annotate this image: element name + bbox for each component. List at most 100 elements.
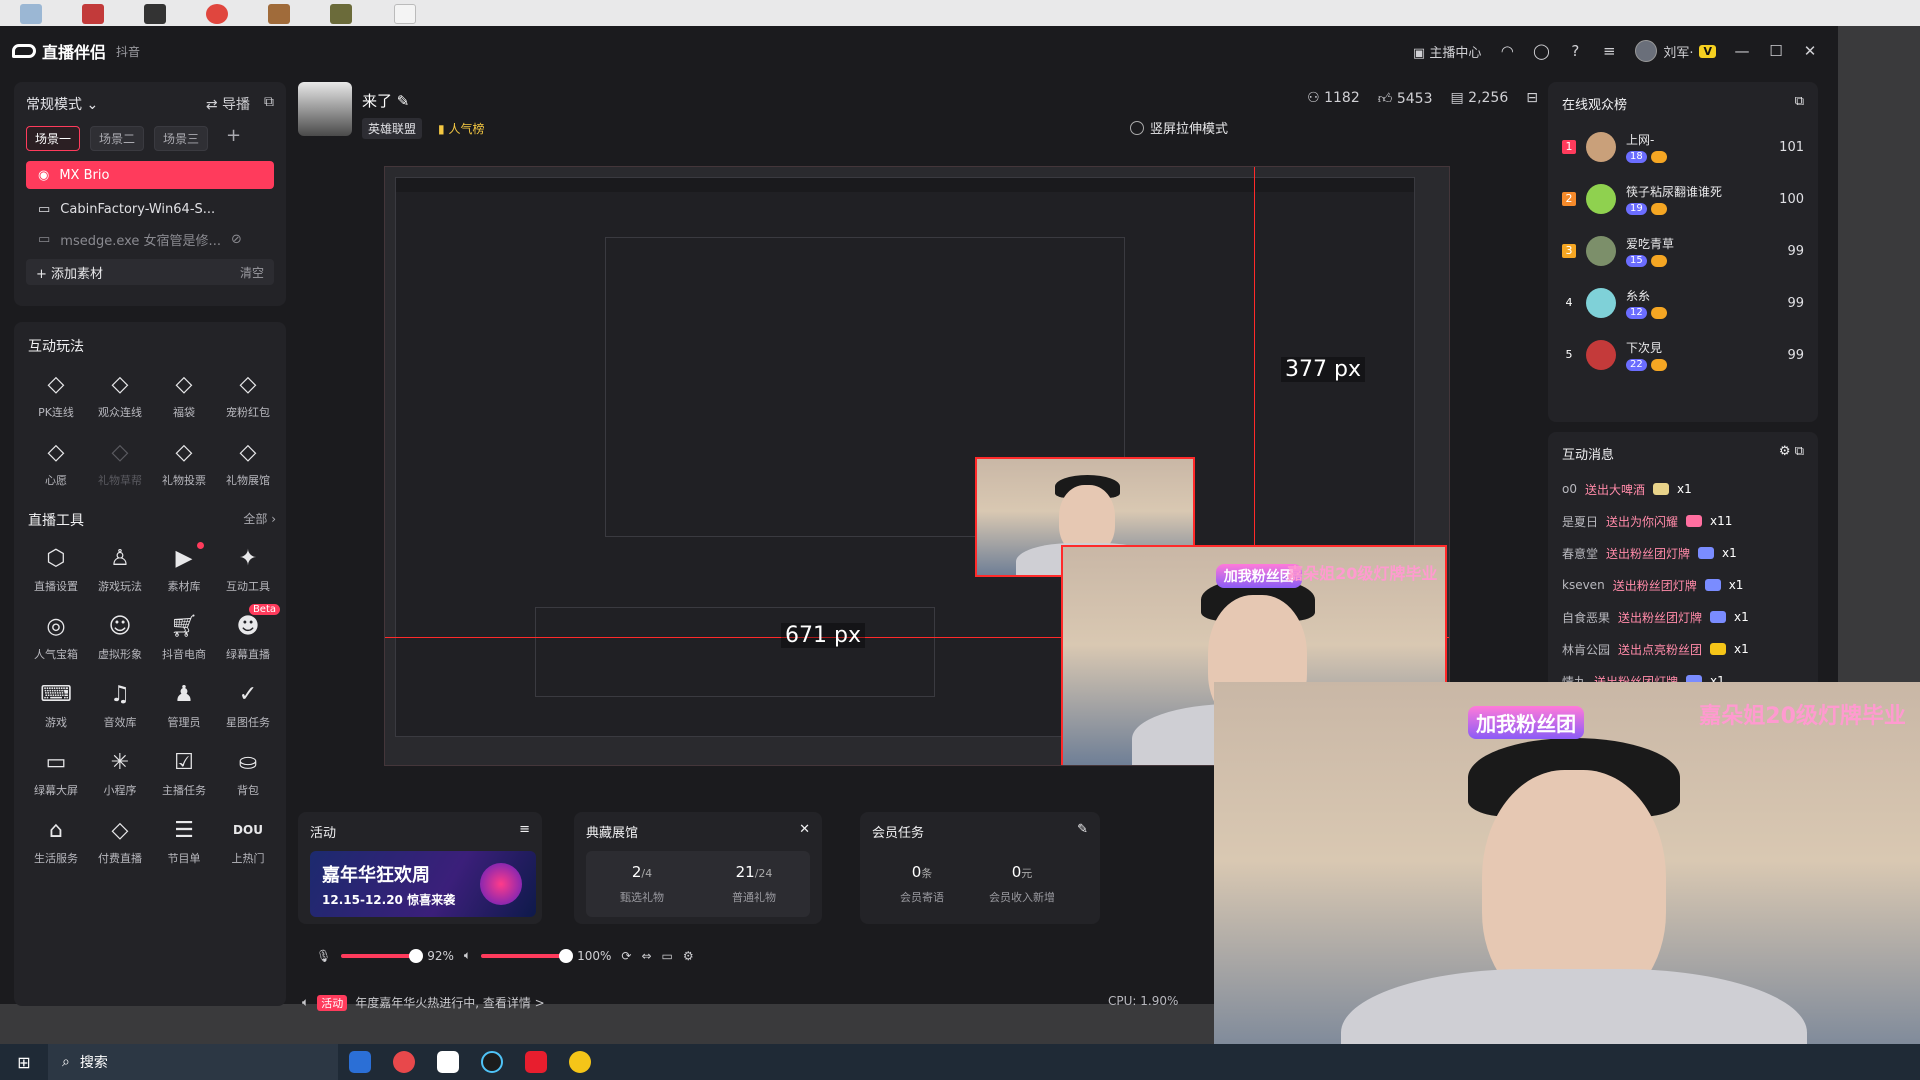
user-profile[interactable]: 刘军· V: [1635, 40, 1716, 62]
settings-icon[interactable]: ⚙: [683, 949, 694, 963]
tool-host-task[interactable]: ☑ 主播任务: [152, 748, 216, 798]
minimize-icon[interactable]: —: [1734, 42, 1750, 60]
desktop-app-icon[interactable]: [330, 4, 352, 24]
source-item-camera[interactable]: ◉ MX Brio: [26, 161, 274, 189]
tool-shopping-cart[interactable]: 🛒︎ 抖音电商: [152, 612, 216, 662]
settings-icon[interactable]: ⚙: [1779, 444, 1791, 459]
all-tools-link[interactable]: 全部 ›: [243, 510, 276, 530]
taskbar-app-icon[interactable]: [558, 1044, 602, 1080]
popout-icon[interactable]: ⧉: [1795, 444, 1804, 459]
tool-mini-program[interactable]: ✳ 小程序: [88, 748, 152, 798]
tool-life-service[interactable]: ⌂ 生活服务: [24, 816, 88, 866]
tool-gamepad[interactable]: ⌨ 游戏: [24, 680, 88, 730]
tool-red-packet[interactable]: ◇ 宠粉红包: [216, 370, 280, 420]
tool-star-task[interactable]: ✓ 星图任务: [216, 680, 280, 730]
game-tag[interactable]: 英雄联盟: [362, 118, 423, 139]
windows-start-icon[interactable]: ⊞: [0, 1044, 48, 1080]
speaker-volume-slider[interactable]: [481, 948, 574, 963]
tool-green-big-screen[interactable]: ▭ 绿幕大屏: [24, 748, 88, 798]
tool-gift-gallery[interactable]: ◇ 礼物展馆: [216, 438, 280, 488]
viewer-row[interactable]: 5 下次見 22 99: [1562, 329, 1804, 381]
tool-audience-link[interactable]: ◇ 观众连线: [88, 370, 152, 420]
tool-lucky-bag[interactable]: ◇ 福袋: [152, 370, 216, 420]
viewer-row[interactable]: 3 爱吃青草 15 99: [1562, 225, 1804, 277]
stream-preview[interactable]: 加我粉丝团 嘉朵姐20级灯牌毕业 671 px 377 px: [384, 166, 1450, 766]
tool-avatar[interactable]: ☺ 虚拟形象: [88, 612, 152, 662]
clear-button[interactable]: 清空: [240, 264, 264, 281]
edit-icon[interactable]: ✎: [1077, 822, 1088, 841]
record-icon[interactable]: ▭: [662, 949, 673, 963]
tool-sound-effect[interactable]: ♫ 音效库: [88, 680, 152, 730]
desktop-file-icon[interactable]: [394, 4, 416, 24]
viewer-row[interactable]: 4 糸糸 12 99: [1562, 277, 1804, 329]
tool-popularity-box[interactable]: ◎ 人气宝箱: [24, 612, 88, 662]
speaker-icon[interactable]: 🔈︎: [464, 948, 471, 963]
chat-icon[interactable]: ◯: [1533, 42, 1550, 60]
viewer-row[interactable]: 1 上网- 18 101: [1562, 121, 1804, 173]
add-material-button[interactable]: + 添加素材: [36, 263, 103, 282]
guide-button[interactable]: ⇄ 导播: [206, 94, 250, 114]
taskbar-app-icon[interactable]: [514, 1044, 558, 1080]
add-scene-button[interactable]: +: [218, 126, 249, 151]
activity-notice[interactable]: 🔈︎ 活动 年度嘉年华火热进行中, 查看详情 >: [302, 994, 545, 1011]
help-icon[interactable]: ?: [1567, 42, 1583, 60]
headset-icon[interactable]: ◠: [1499, 42, 1515, 60]
desktop-app-icon[interactable]: [268, 4, 290, 24]
tool-admin[interactable]: ♟ 管理员: [152, 680, 216, 730]
tool-gift-vote[interactable]: ◇ 礼物投票: [152, 438, 216, 488]
menu-icon[interactable]: ≡: [1601, 42, 1617, 60]
maximize-icon[interactable]: ☐: [1768, 42, 1784, 60]
activity-banner[interactable]: 嘉年华狂欢周 12.15-12.20 惊喜来袭: [310, 851, 536, 917]
scene-tab-2[interactable]: 场景二: [90, 126, 145, 151]
edit-icon[interactable]: ✎: [397, 92, 410, 110]
taskbar-search[interactable]: ⌕ 搜索: [48, 1044, 338, 1080]
scene-tab-3[interactable]: 场景三: [154, 126, 209, 151]
tool-interactive-tools[interactable]: ✦ 互动工具: [216, 544, 280, 594]
mirror-icon[interactable]: ⇔: [641, 949, 651, 963]
avatar[interactable]: [298, 82, 352, 136]
taskbar-app-icon[interactable]: [382, 1044, 426, 1080]
source-item-browser[interactable]: ▭ msedge.exe 女宿管是修... ⊘: [26, 225, 274, 253]
taskbar-app-icon[interactable]: [426, 1044, 470, 1080]
stats-detail-icon[interactable]: ⊟: [1526, 90, 1538, 107]
tool-program-list[interactable]: ☰ 节目单: [152, 816, 216, 866]
rotate-icon[interactable]: ⟳: [621, 949, 631, 963]
message-item[interactable]: kseven 送出粉丝团灯牌 x1: [1562, 569, 1804, 601]
popularity-rank-tag[interactable]: ▮ 人气榜: [432, 118, 490, 139]
close-icon[interactable]: ✕: [799, 822, 810, 841]
message-item[interactable]: 春意堂 送出粉丝团灯牌 x1: [1562, 537, 1804, 569]
tool-backpack[interactable]: ⛀ 背包: [216, 748, 280, 798]
desktop-app-icon[interactable]: [144, 4, 166, 24]
tool-dou-plus[interactable]: DOU 上热门: [216, 816, 280, 866]
portrait-mode-toggle[interactable]: 竖屏拉伸模式: [1129, 118, 1228, 137]
tool-gift-help[interactable]: ◇ 礼物草帮: [88, 438, 152, 488]
tool-paid-live[interactable]: ◇ 付费直播: [88, 816, 152, 866]
close-icon[interactable]: ✕: [1802, 42, 1818, 60]
tool-settings[interactable]: ⬡ 直播设置: [24, 544, 88, 594]
popout-icon[interactable]: ⧉: [1795, 94, 1804, 113]
host-center-button[interactable]: ▣ 主播中心: [1413, 42, 1481, 61]
hidden-eye-icon[interactable]: ⊘: [231, 232, 242, 247]
desktop-app-icon[interactable]: [82, 4, 104, 24]
taskbar-app-icon[interactable]: [338, 1044, 382, 1080]
streamer-name[interactable]: 来了 ✎: [362, 90, 409, 111]
menu-icon[interactable]: ≡: [519, 822, 530, 841]
mode-selector[interactable]: 常规模式 ⌄: [26, 94, 98, 114]
mic-volume-slider[interactable]: [341, 948, 424, 963]
message-item[interactable]: o0 送出大啤酒 x1: [1562, 473, 1804, 505]
taskbar-app-icon[interactable]: [470, 1044, 514, 1080]
tool-wish[interactable]: ◇ 心愿: [24, 438, 88, 488]
source-item-window[interactable]: ▭ CabinFactory-Win64-S...: [26, 195, 274, 223]
message-item[interactable]: 是夏日 送出为你闪耀 x11: [1562, 505, 1804, 537]
scene-tab-1[interactable]: 场景一: [26, 126, 81, 151]
tool-material-library[interactable]: ▶ 素材库: [152, 542, 216, 594]
tool-pk[interactable]: ◇ PK连线: [24, 370, 88, 420]
slider-handle[interactable]: [409, 948, 424, 963]
microphone-icon[interactable]: 🎙︎: [316, 949, 331, 963]
recycle-bin-icon[interactable]: [20, 4, 42, 24]
tool-game-play[interactable]: ♙ 游戏玩法: [88, 544, 152, 594]
tool-green-screen[interactable]: Beta ☻ 绿幕直播: [216, 604, 280, 662]
popout-icon[interactable]: ⧉: [264, 94, 274, 114]
slider-handle[interactable]: [559, 948, 574, 963]
viewer-row[interactable]: 2 筷子粘尿翻谁谁死 19 100: [1562, 173, 1804, 225]
